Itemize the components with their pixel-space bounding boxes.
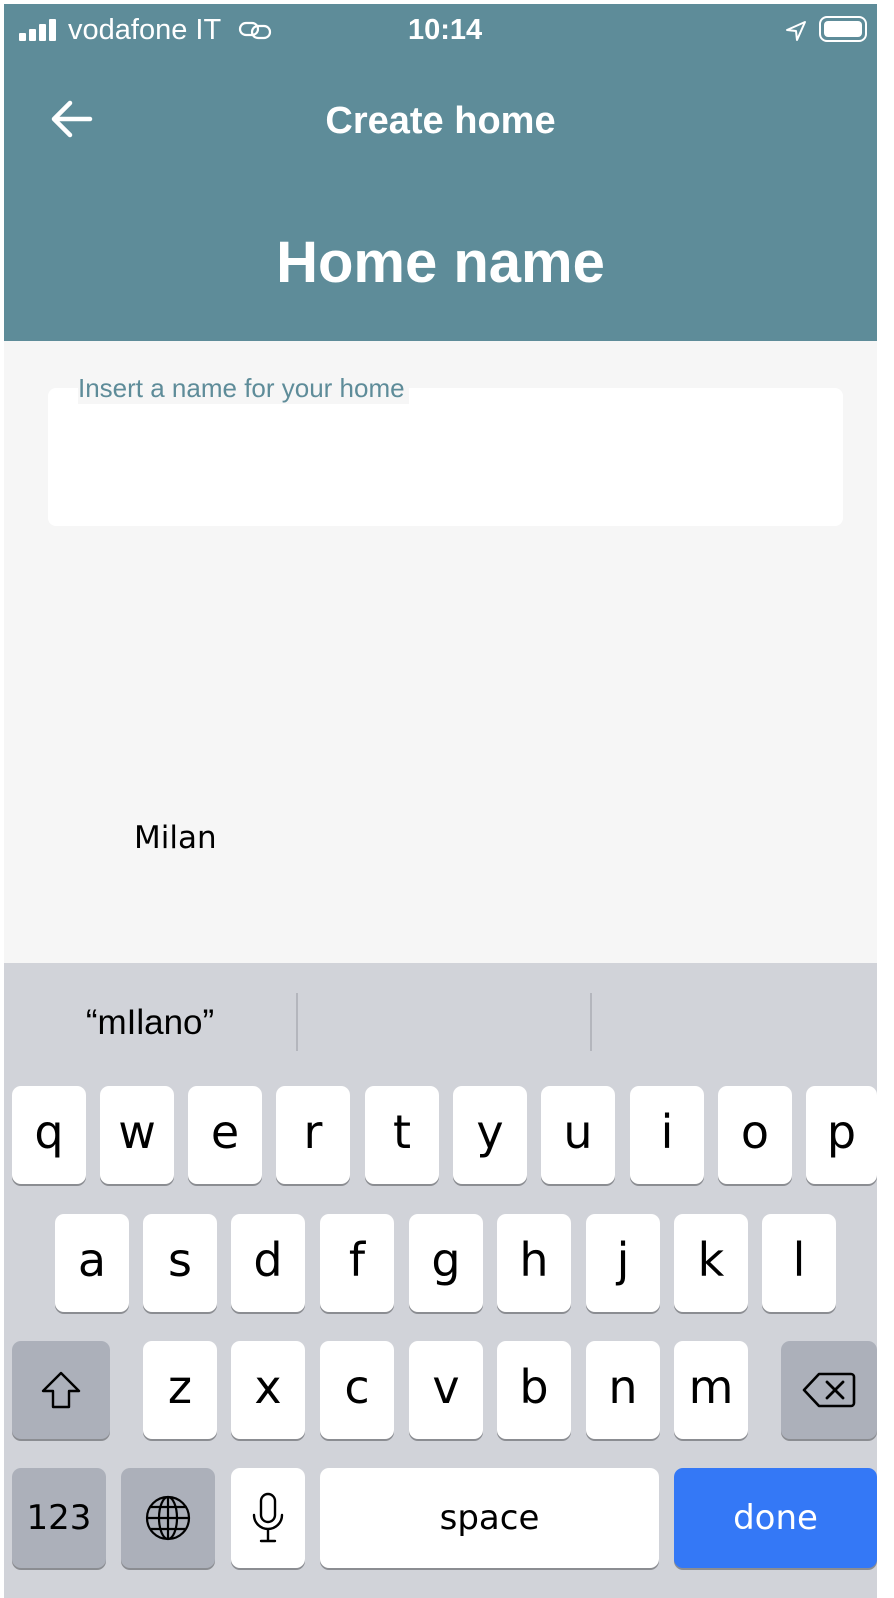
key-c[interactable]: c <box>320 1341 394 1439</box>
key-d[interactable]: d <box>231 1214 305 1312</box>
suggestion-3[interactable] <box>592 993 877 1053</box>
key-n[interactable]: n <box>586 1341 660 1439</box>
name-field-card <box>48 388 854 860</box>
key-q[interactable]: q <box>12 1086 86 1184</box>
carrier-name: vodafone IT <box>68 14 222 46</box>
key-w[interactable]: w <box>100 1086 174 1184</box>
clock: 10:14 <box>408 14 483 46</box>
link-icon <box>238 21 272 40</box>
keyboard: “mIlano” q w e r t y u i o p a s d f g h… <box>4 963 877 1598</box>
done-key[interactable]: done <box>674 1468 877 1568</box>
shift-icon <box>41 1371 81 1409</box>
key-i[interactable]: i <box>630 1086 704 1184</box>
key-f[interactable]: f <box>320 1214 394 1312</box>
location-arrow-icon <box>786 21 806 41</box>
backspace-icon <box>802 1372 856 1408</box>
key-t[interactable]: t <box>365 1086 439 1184</box>
shift-key[interactable] <box>12 1341 110 1439</box>
key-e[interactable]: e <box>188 1086 262 1184</box>
key-b[interactable]: b <box>497 1341 571 1439</box>
key-r[interactable]: r <box>276 1086 350 1184</box>
key-p[interactable]: p <box>806 1086 877 1184</box>
key-z[interactable]: z <box>143 1341 217 1439</box>
screen: vodafone IT 10:14 Create home Home name … <box>4 4 877 1598</box>
battery-icon <box>819 16 867 42</box>
header: vodafone IT 10:14 Create home Home name <box>4 4 877 341</box>
home-name-label: Insert a name for your home <box>78 372 409 404</box>
home-name-input[interactable] <box>134 816 854 860</box>
key-a[interactable]: a <box>55 1214 129 1312</box>
suggestion-1[interactable]: “mIlano” <box>4 993 296 1053</box>
key-x[interactable]: x <box>231 1341 305 1439</box>
nav-title: Create home <box>325 100 556 142</box>
numbers-key[interactable]: 123 <box>12 1468 106 1568</box>
key-u[interactable]: u <box>541 1086 615 1184</box>
key-v[interactable]: v <box>409 1341 483 1439</box>
key-m[interactable]: m <box>674 1341 748 1439</box>
key-l[interactable]: l <box>762 1214 836 1312</box>
microphone-icon <box>252 1492 284 1543</box>
globe-icon <box>145 1495 191 1541</box>
key-j[interactable]: j <box>586 1214 660 1312</box>
suggestion-bar: “mIlano” <box>4 963 877 1083</box>
globe-key[interactable] <box>121 1468 215 1568</box>
status-bar: vodafone IT 10:14 <box>4 4 877 54</box>
key-y[interactable]: y <box>453 1086 527 1184</box>
dictation-key[interactable] <box>231 1468 305 1568</box>
space-key[interactable]: space <box>320 1468 659 1568</box>
signal-icon <box>19 19 61 41</box>
suggestion-2[interactable] <box>298 993 590 1053</box>
key-g[interactable]: g <box>409 1214 483 1312</box>
key-s[interactable]: s <box>143 1214 217 1312</box>
key-k[interactable]: k <box>674 1214 748 1312</box>
page-title: Home name <box>276 230 605 295</box>
key-o[interactable]: o <box>718 1086 792 1184</box>
delete-key[interactable] <box>781 1341 877 1439</box>
key-h[interactable]: h <box>497 1214 571 1312</box>
